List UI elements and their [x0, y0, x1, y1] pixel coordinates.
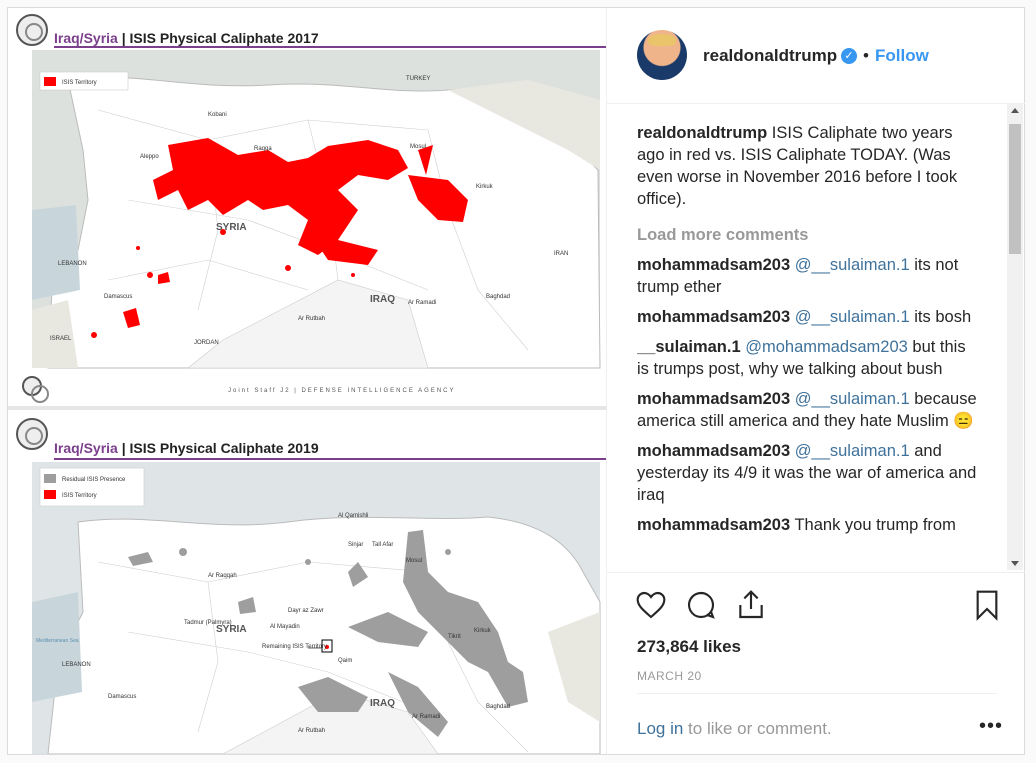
comment-mention[interactable]: @__sulaiman.1: [795, 390, 910, 408]
svg-text:Aleppo: Aleppo: [140, 154, 159, 160]
comment-text: Thank you trump from: [790, 516, 956, 534]
comment-text: its bosh: [909, 308, 972, 326]
comment-item: mohammadsam203 @__sulaiman.1 its not tru…: [637, 254, 977, 298]
scroll-up-arrow-icon[interactable]: [1011, 108, 1019, 113]
follow-button[interactable]: Follow: [875, 46, 929, 66]
comment-bubble-icon[interactable]: [685, 589, 717, 621]
svg-text:Remaining ISIS Territory: Remaining ISIS Territory: [262, 644, 327, 650]
avatar[interactable]: [637, 30, 687, 80]
post-sidebar: realdonaldtrump ✓ • Follow realdonaldtru…: [606, 8, 1025, 754]
svg-text:Mediterranean Sea: Mediterranean Sea: [36, 638, 79, 644]
share-icon[interactable]: [735, 589, 767, 621]
svg-text:Ar Ramadi: Ar Ramadi: [408, 300, 436, 306]
svg-text:Tikrit: Tikrit: [448, 634, 461, 640]
map-2017-graphic: ISIS Territory TURKEY SYRIA IRAQ IRAN LE…: [32, 50, 601, 369]
svg-text:JORDAN: JORDAN: [194, 340, 219, 346]
svg-text:Residual ISIS Presence: Residual ISIS Presence: [62, 477, 126, 483]
login-link[interactable]: Log in: [637, 719, 683, 738]
svg-text:LEBANON: LEBANON: [62, 662, 91, 668]
svg-text:Kirkuk: Kirkuk: [476, 184, 494, 190]
comment-mention[interactable]: @__sulaiman.1: [795, 442, 910, 460]
comment-username[interactable]: mohammadsam203: [637, 308, 790, 326]
scroll-down-arrow-icon[interactable]: [1011, 561, 1019, 566]
svg-text:Damascus: Damascus: [108, 694, 136, 700]
svg-text:Mosul: Mosul: [406, 558, 422, 564]
svg-text:ISIS Territory: ISIS Territory: [62, 493, 97, 499]
map-title-2019: Iraq/Syria | ISIS Physical Caliphate 201…: [54, 440, 319, 456]
comment-mention[interactable]: @mohammadsam203: [745, 338, 908, 356]
svg-text:LEBANON: LEBANON: [58, 261, 87, 267]
comment-username[interactable]: mohammadsam203: [637, 256, 790, 274]
title-rule: [54, 46, 606, 48]
post-date[interactable]: MARCH 20: [637, 669, 702, 683]
map-2019-graphic: Residual ISIS Presence ISIS Territory SY…: [32, 462, 601, 754]
post-header: realdonaldtrump ✓ • Follow: [607, 8, 1025, 104]
svg-text:ISRAEL: ISRAEL: [50, 336, 72, 342]
svg-text:Dayr az Zawr: Dayr az Zawr: [288, 608, 324, 614]
svg-text:Qaim: Qaim: [338, 658, 352, 664]
comment-username[interactable]: __sulaiman.1: [637, 338, 741, 356]
scroll-thumb[interactable]: [1009, 124, 1021, 254]
dia-seal-logo: [16, 418, 48, 450]
svg-text:Baghdad: Baghdad: [486, 704, 510, 710]
comment-item: mohammadsam203 @__sulaiman.1 because ame…: [637, 388, 977, 432]
legend-label: ISIS Territory: [62, 80, 97, 86]
login-prompt: Log in to like or comment.: [637, 719, 832, 739]
svg-text:Sinjar: Sinjar: [348, 542, 363, 548]
svg-text:Ar Rutbah: Ar Rutbah: [298, 728, 325, 734]
caption-username[interactable]: realdonaldtrump: [637, 124, 767, 142]
comment-username[interactable]: mohammadsam203: [637, 390, 790, 408]
post-actions: 273,864 likes MARCH 20 Log in to like or…: [607, 572, 1025, 752]
comment-username[interactable]: mohammadsam203: [637, 516, 790, 534]
svg-text:IRAQ: IRAQ: [370, 698, 395, 709]
svg-text:Kirkuk: Kirkuk: [474, 628, 492, 634]
svg-text:Kobani: Kobani: [208, 112, 227, 118]
map-2017: Iraq/Syria | ISIS Physical Caliphate 201…: [8, 8, 606, 406]
comments-scrollbar[interactable]: [1007, 104, 1023, 570]
svg-text:Tadmur (Palmyra): Tadmur (Palmyra): [184, 620, 232, 626]
svg-text:Raqqa: Raqqa: [254, 146, 272, 152]
username-link[interactable]: realdonaldtrump: [703, 46, 837, 66]
comment-username[interactable]: mohammadsam203: [637, 442, 790, 460]
instagram-post: Iraq/Syria | ISIS Physical Caliphate 201…: [7, 7, 1025, 755]
comment-mention[interactable]: @__sulaiman.1: [795, 308, 910, 326]
like-heart-icon[interactable]: [635, 589, 667, 621]
dia-seal-logo: [16, 14, 48, 46]
svg-text:TURKEY: TURKEY: [406, 76, 430, 82]
load-more-comments-button[interactable]: Load more comments: [637, 224, 977, 246]
map-footer: Joint Staff J2 | DEFENSE INTELLIGENCE AG…: [228, 388, 456, 394]
dia-footer-logo: [22, 376, 49, 403]
map-title-2017: Iraq/Syria | ISIS Physical Caliphate 201…: [54, 30, 319, 46]
svg-text:SYRIA: SYRIA: [216, 222, 247, 233]
verified-badge-icon: ✓: [841, 48, 857, 64]
svg-text:Tall Afar: Tall Afar: [372, 542, 393, 548]
svg-text:Mosul: Mosul: [410, 144, 426, 150]
comment-mention[interactable]: @__sulaiman.1: [795, 256, 910, 274]
comment-item: mohammadsam203 Thank you trump from: [637, 514, 977, 536]
svg-text:Ar Rutbah: Ar Rutbah: [298, 316, 325, 322]
title-rule: [54, 458, 606, 460]
svg-text:IRAQ: IRAQ: [370, 294, 395, 305]
svg-text:Baghdad: Baghdad: [486, 294, 510, 300]
svg-text:Ar Ramadi: Ar Ramadi: [412, 714, 440, 720]
save-bookmark-icon[interactable]: [971, 589, 1003, 621]
caption: realdonaldtrump ISIS Caliphate two years…: [637, 122, 977, 210]
separator-dot: •: [863, 46, 869, 65]
comment-item: __sulaiman.1 @mohammadsam203 but this is…: [637, 336, 977, 380]
svg-text:Ar Raqqah: Ar Raqqah: [208, 573, 237, 579]
divider: [637, 693, 997, 694]
map-2019: Iraq/Syria | ISIS Physical Caliphate 201…: [8, 410, 606, 754]
svg-text:Damascus: Damascus: [104, 294, 132, 300]
more-options-icon[interactable]: •••: [979, 716, 1003, 736]
comment-item: mohammadsam203 @__sulaiman.1 its bosh: [637, 306, 977, 328]
svg-text:IRAN: IRAN: [554, 251, 568, 257]
svg-text:Al Qamishli: Al Qamishli: [338, 513, 368, 519]
svg-text:Al Mayadin: Al Mayadin: [270, 624, 300, 630]
comments-list[interactable]: realdonaldtrump ISIS Caliphate two years…: [637, 122, 977, 570]
post-image[interactable]: Iraq/Syria | ISIS Physical Caliphate 201…: [8, 8, 606, 754]
comment-item: mohammadsam203 @__sulaiman.1 and yesterd…: [637, 440, 977, 506]
likes-count[interactable]: 273,864 likes: [637, 637, 741, 657]
login-prompt-text: to like or comment.: [683, 719, 832, 738]
